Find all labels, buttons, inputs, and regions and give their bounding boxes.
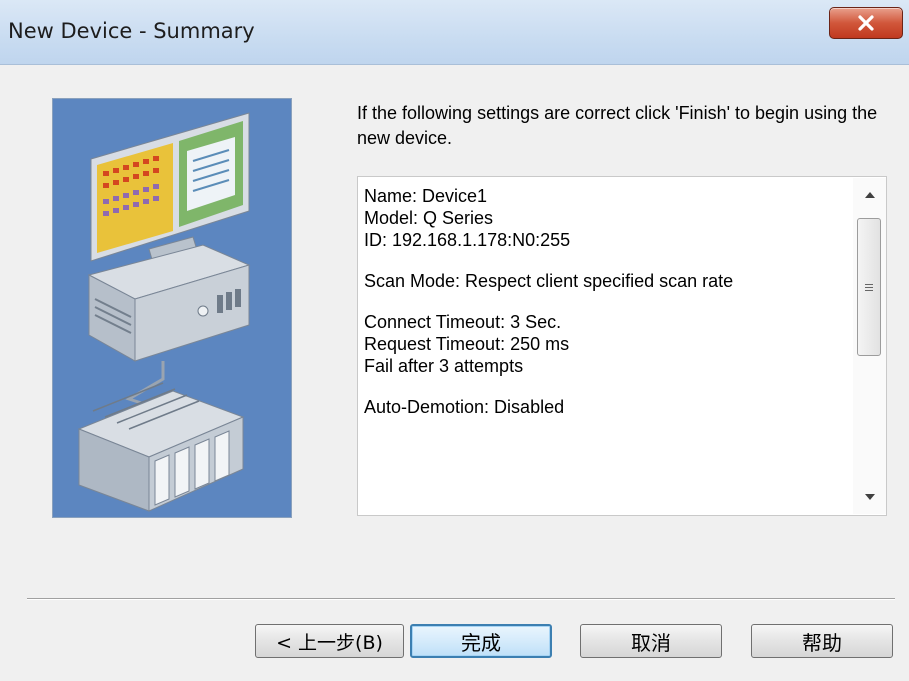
summary-textbox[interactable]: Name: Device1 Model: Q Series ID: 192.16… — [357, 176, 887, 516]
close-icon — [858, 15, 874, 31]
window-title: New Device - Summary — [8, 19, 255, 43]
summary-line: Connect Timeout: 3 Sec. — [364, 312, 562, 332]
summary-line — [364, 377, 844, 396]
summary-line — [364, 292, 844, 311]
vertical-scrollbar[interactable] — [853, 178, 886, 514]
summary-line: Scan Mode: Respect client specified scan… — [364, 271, 734, 291]
grip-icon — [865, 283, 873, 291]
summary-lines: Name: Device1 Model: Q Series ID: 192.16… — [364, 185, 844, 418]
device-illustration — [52, 98, 292, 518]
summary-line: Request Timeout: 250 ms — [364, 334, 570, 354]
cancel-button[interactable]: 取消 — [580, 624, 722, 658]
summary-line: Model: Q Series — [364, 208, 494, 228]
finish-button[interactable]: 完成 — [410, 624, 552, 658]
close-button[interactable] — [829, 7, 903, 39]
help-button[interactable]: 帮助 — [751, 624, 893, 658]
summary-line: Auto-Demotion: Disabled — [364, 397, 565, 417]
arrow-up-icon — [864, 192, 875, 198]
scroll-down-button[interactable] — [853, 482, 886, 512]
scroll-thumb[interactable] — [857, 218, 881, 356]
instruction-text: If the following settings are correct cl… — [357, 103, 878, 148]
summary-line: ID: 192.168.1.178:N0:255 — [364, 230, 571, 250]
summary-line: Name: Device1 — [364, 186, 488, 206]
title-bar: New Device - Summary — [0, 0, 909, 65]
scroll-up-button[interactable] — [853, 180, 886, 210]
arrow-down-icon — [864, 494, 875, 500]
separator — [27, 598, 895, 600]
back-button[interactable]: < 上一步(B) — [255, 624, 404, 658]
summary-line: Fail after 3 attempts — [364, 356, 524, 376]
summary-line — [364, 251, 844, 270]
